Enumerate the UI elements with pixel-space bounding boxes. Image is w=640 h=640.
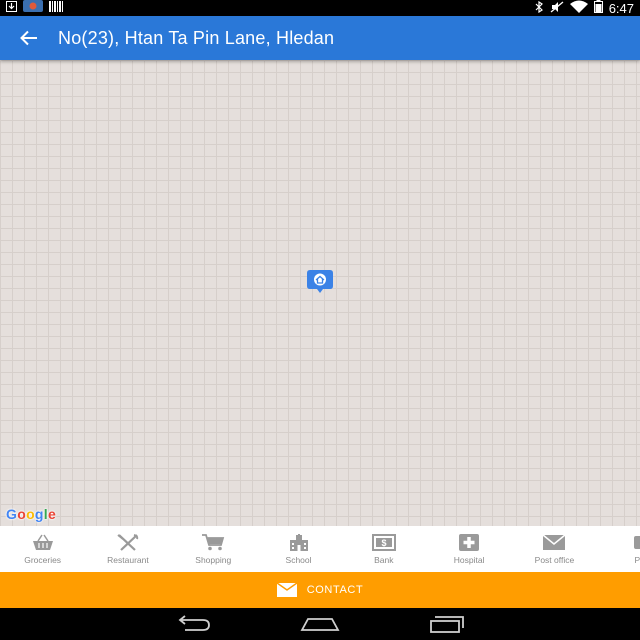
category-label: Shopping [195, 555, 232, 565]
nav-back-button[interactable] [173, 612, 213, 636]
contact-button[interactable]: CONTACT [0, 572, 640, 608]
download-icon [6, 0, 17, 17]
system-nav-bar [0, 608, 640, 640]
app-notification-icon [23, 0, 43, 17]
google-attribution-text: Google [6, 506, 57, 522]
mail-icon [276, 583, 297, 597]
category-bar: Groceries Restaurant Shopping School $ B… [0, 526, 640, 572]
status-notifications [6, 0, 63, 17]
category-partial[interactable]: Pa [597, 526, 640, 572]
category-restaurant[interactable]: Restaurant [85, 526, 170, 572]
home-nav-icon [300, 618, 340, 631]
category-label: Hospital [453, 555, 485, 565]
category-label: Restaurant [107, 555, 149, 565]
category-school[interactable]: School [256, 526, 341, 572]
category-post-office[interactable]: Post office [512, 526, 597, 572]
arrow-back-icon [20, 30, 37, 46]
home-marker-icon[interactable] [307, 270, 333, 294]
page-title: No(23), Htan Ta Pin Lane, Hledan [58, 27, 335, 48]
category-groceries[interactable]: Groceries [0, 526, 85, 572]
category-shopping[interactable]: Shopping [171, 526, 256, 572]
hospital-icon [459, 534, 480, 551]
school-icon [289, 534, 308, 551]
recents-nav-icon [429, 616, 464, 633]
category-label: Groceries [24, 555, 62, 565]
category-label: School [285, 555, 312, 565]
category-label: Pa [634, 555, 640, 565]
back-nav-icon [178, 615, 211, 631]
bluetooth-icon [534, 0, 544, 16]
barcode-icon [49, 0, 63, 17]
battery-icon [593, 0, 603, 16]
google-attribution: Google [6, 506, 56, 522]
back-button[interactable] [0, 16, 58, 60]
category-label: Post office [534, 555, 575, 565]
wifi-icon [569, 0, 588, 16]
status-system: 6:47 [534, 0, 634, 16]
svg-text:$: $ [381, 538, 386, 548]
basket-icon [32, 534, 53, 550]
status-bar: 6:47 [0, 0, 640, 16]
map-view[interactable]: Google [0, 60, 640, 526]
bank-icon: $ [371, 534, 396, 551]
app-bar: No(23), Htan Ta Pin Lane, Hledan [0, 16, 640, 60]
cart-icon [202, 534, 225, 551]
mute-icon [550, 1, 564, 16]
status-time: 6:47 [608, 0, 634, 16]
category-hospital[interactable]: Hospital [426, 526, 511, 572]
contact-label: CONTACT [306, 584, 364, 596]
envelope-icon [542, 534, 566, 550]
nav-home-button[interactable] [300, 612, 340, 636]
category-bank[interactable]: $ Bank [341, 526, 426, 572]
partial-icon [633, 536, 640, 549]
category-label: Bank [374, 555, 394, 565]
cutlery-icon [117, 534, 139, 551]
nav-recents-button[interactable] [427, 612, 467, 636]
